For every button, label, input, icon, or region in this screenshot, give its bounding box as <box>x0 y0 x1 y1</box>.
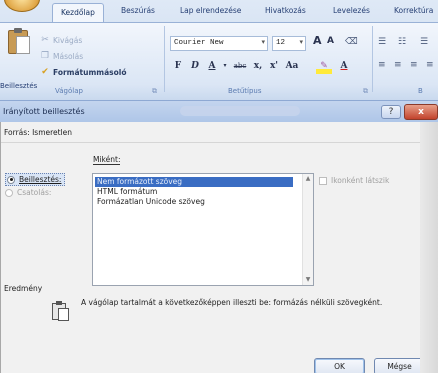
change-case-button[interactable]: Aa <box>284 58 300 74</box>
divider <box>164 26 165 92</box>
dialog-titlebar[interactable]: Irányított beillesztés ? x <box>0 100 438 122</box>
list-item[interactable]: Nem formázott szöveg <box>95 177 293 187</box>
result-label: Eredmény <box>4 284 43 293</box>
chevron-down-icon: ▾ <box>299 39 303 47</box>
format-listbox[interactable]: Nem formázott szöveg HTML formátum Formá… <box>92 173 314 286</box>
ribbon: Kezdőlap Beszúrás Lap elrendezése Hivatk… <box>0 0 438 100</box>
close-button[interactable]: x <box>404 104 438 120</box>
scroll-down-icon[interactable]: ▼ <box>303 275 313 285</box>
link-radio-label: Csatolás: <box>17 188 52 197</box>
list-item[interactable]: Formázatlan Unicode szöveg <box>95 197 207 207</box>
underline-button[interactable]: A <box>206 58 218 74</box>
font-group-label: Betűtípus <box>228 87 262 95</box>
paste-sheet-icon <box>16 36 30 54</box>
font-size-value: 12 <box>276 39 286 47</box>
link-radio[interactable]: Csatolás: <box>5 188 51 197</box>
clear-format-icon[interactable]: ⌫ <box>345 37 358 47</box>
multilevel-list-icon[interactable]: ☰ <box>420 37 428 47</box>
tab-home[interactable]: Kezdőlap <box>52 3 104 22</box>
tab-review[interactable]: Korrektúra <box>394 6 433 15</box>
bullets-icon[interactable]: ☰ <box>378 37 386 47</box>
paste-button-label: Beillesztés <box>0 82 38 90</box>
window-edge <box>420 122 438 373</box>
font-name-value: Courier New <box>174 39 224 47</box>
clipboard-paste-icon <box>51 300 71 322</box>
cut-label: Kivágás <box>53 35 83 45</box>
cancel-button[interactable]: Mégse <box>374 358 425 373</box>
copy-button[interactable]: ❐ Másolás <box>40 51 83 61</box>
scroll-up-icon[interactable]: ▲ <box>303 174 313 184</box>
as-label: Miként: <box>93 155 121 165</box>
font-color-icon[interactable]: A <box>336 58 352 74</box>
divider <box>1 142 421 143</box>
subscript-button[interactable]: x, <box>252 58 264 74</box>
font-name-select[interactable]: Courier New ▾ <box>170 36 268 51</box>
paragraph-group-label: B <box>418 87 423 95</box>
strikethrough-button[interactable]: abc <box>232 58 248 74</box>
format-painter-button[interactable]: ✔ Formátummásoló <box>40 67 127 77</box>
chevron-down-icon: ▾ <box>261 39 265 47</box>
radio-selected-icon <box>7 175 15 184</box>
copy-icon: ❐ <box>40 51 50 61</box>
align-right-icon[interactable]: ≡ <box>410 60 418 70</box>
tab-page-layout[interactable]: Lap elrendezése <box>180 6 241 15</box>
grow-font-button[interactable]: A <box>313 34 322 47</box>
show-as-icon-label: Ikonként látszik <box>331 176 390 185</box>
superscript-button[interactable]: x' <box>268 58 280 74</box>
dialog-title: Irányított beillesztés <box>3 107 85 116</box>
italic-button[interactable]: D <box>189 58 201 74</box>
cut-button[interactable]: ✂ Kivágás <box>40 35 82 45</box>
paste-button[interactable]: Beillesztés <box>0 28 37 90</box>
divider <box>372 26 373 92</box>
bold-button[interactable]: F <box>172 58 184 74</box>
help-button[interactable]: ? <box>381 105 401 119</box>
clipboard-launcher-icon[interactable]: ⧉ <box>152 87 157 96</box>
ok-button[interactable]: OK <box>314 358 365 373</box>
align-center-icon[interactable]: ≡ <box>394 60 402 70</box>
source-text: Forrás: Ismeretlen <box>4 128 73 137</box>
radio-icon <box>5 188 13 197</box>
listbox-scrollbar[interactable]: ▲ ▼ <box>302 174 313 285</box>
chevron-down-icon[interactable]: ▾ <box>222 58 228 74</box>
scissors-icon: ✂ <box>41 35 49 45</box>
brush-icon: ✔ <box>41 67 49 77</box>
justify-icon[interactable]: ≡ <box>426 60 434 70</box>
show-as-icon-checkbox[interactable]: Ikonként látszik <box>319 176 389 185</box>
paste-radio[interactable]: Beillesztés: <box>5 173 66 186</box>
result-text: A vágólap tartalmát a következőképpen il… <box>81 298 383 307</box>
font-launcher-icon[interactable]: ⧉ <box>363 87 368 96</box>
tab-mailings[interactable]: Levelezés <box>333 6 370 15</box>
clipboard-group-label: Vágólap <box>55 87 83 95</box>
copy-label: Másolás <box>53 51 84 61</box>
highlight-icon[interactable]: ✎ <box>316 58 332 74</box>
title-blur <box>180 106 300 116</box>
ribbon-tabs: Kezdőlap Beszúrás Lap elrendezése Hivatk… <box>0 0 438 22</box>
format-painter-label: Formátummásoló <box>53 67 127 77</box>
numbering-icon[interactable]: ☷ <box>398 37 406 47</box>
checkbox-icon <box>319 176 327 185</box>
align-left-icon[interactable]: ≡ <box>378 60 386 70</box>
paste-special-dialog: Forrás: Ismeretlen Miként: Beillesztés: … <box>0 122 438 373</box>
list-item[interactable]: HTML formátum <box>95 187 159 197</box>
tab-insert[interactable]: Beszúrás <box>121 6 155 15</box>
paste-radio-label: Beillesztés: <box>19 175 62 184</box>
font-size-select[interactable]: 12 ▾ <box>272 36 306 51</box>
shrink-font-button[interactable]: A <box>327 36 334 46</box>
tab-references[interactable]: Hivatkozás <box>265 6 306 15</box>
